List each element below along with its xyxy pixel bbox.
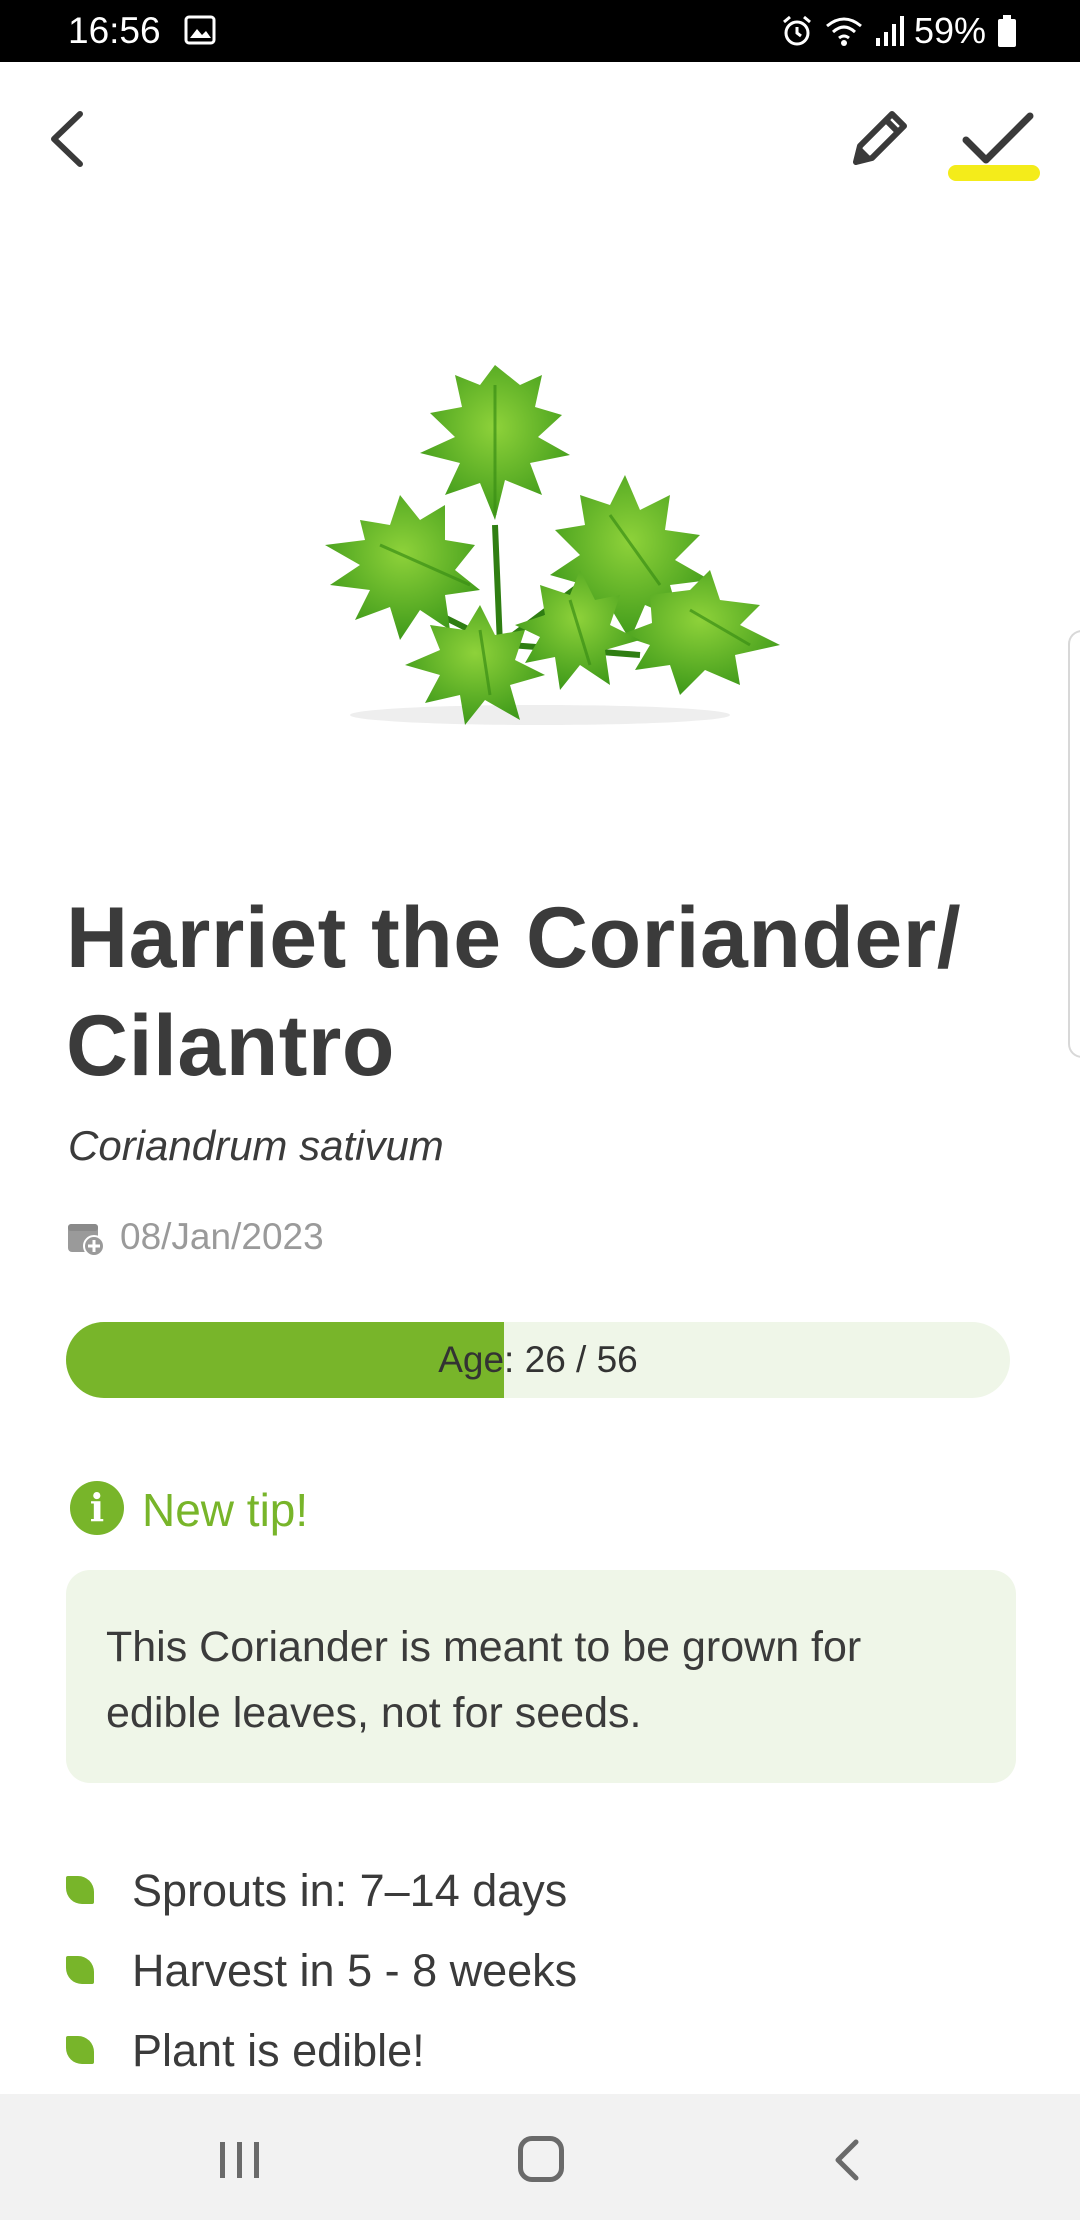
calendar-add-icon [68,1224,105,1257]
back-icon[interactable] [828,2138,864,2182]
wifi-icon [825,17,862,46]
tip-heading: New tip! [142,1484,309,1536]
leaf-icon [66,2036,94,2064]
plant-species: Coriandrum sativum [68,1122,444,1169]
battery-icon [998,15,1016,47]
list-item: Plant is edible! [66,2022,1006,2102]
checkmark-icon[interactable] [960,108,1036,172]
home-icon[interactable] [518,2136,564,2182]
status-bar: 16:56 59% [0,0,1080,62]
fact-text: Harvest in 5 - 8 weeks [132,1945,578,1996]
tip-text: This Coriander is meant to be grown for … [106,1623,862,1737]
tip-card: This Coriander is meant to be grown for … [66,1570,1016,1783]
plant-facts-list: Sprouts in: 7–14 days Harvest in 5 - 8 w… [66,1862,1006,2102]
list-item: Harvest in 5 - 8 weeks [66,1942,1006,2022]
battery-percent: 59% [913,10,986,51]
signal-icon [875,16,904,46]
alarm-icon [782,15,811,46]
pencil-icon[interactable] [846,106,912,172]
age-label: Age: 26 / 56 [438,1339,638,1380]
side-panel-handle[interactable] [1068,630,1080,1058]
system-nav-bar [0,2094,1080,2220]
gallery-icon [184,15,216,45]
coriander-leaves-image [325,365,780,725]
planted-date: 08/Jan/2023 [120,1216,324,1257]
fact-text: Plant is edible! [132,2025,425,2076]
status-time: 16:56 [68,10,161,51]
recents-icon[interactable] [218,2140,262,2180]
info-icon: i [70,1481,124,1535]
back-arrow-icon[interactable] [38,104,98,174]
plant-name: Harriet the Coriander/ Cilantro [66,890,962,1094]
age-progress-bar: Age: 26 / 56 [66,1322,1010,1398]
fact-text: Sprouts in: 7–14 days [132,1865,568,1916]
status-icons: 59% [780,10,1018,52]
list-item: Sprouts in: 7–14 days [66,1862,1006,1942]
leaf-icon [66,1876,94,1904]
leaf-icon [66,1956,94,1984]
